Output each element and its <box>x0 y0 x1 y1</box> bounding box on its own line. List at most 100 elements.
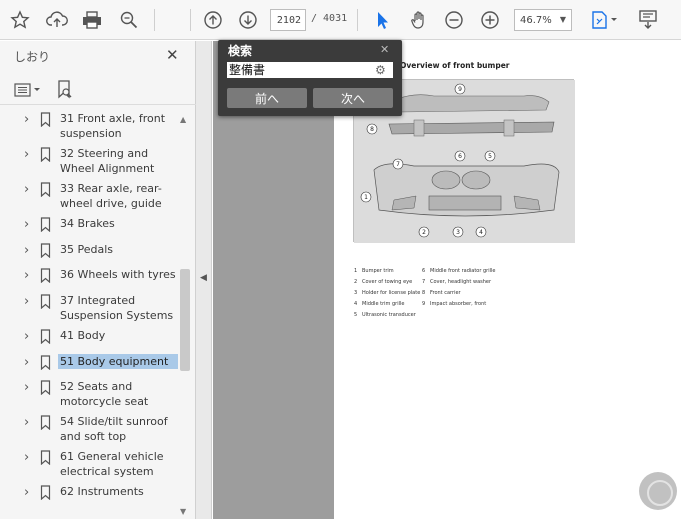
legend-item: 9 Impact absorber, front <box>422 301 532 312</box>
chevron-right-icon[interactable]: › <box>24 415 36 430</box>
chevron-down-icon: ▼ <box>559 15 566 24</box>
zoom-level-select[interactable]: 46.7% ▼ <box>514 9 572 31</box>
arrow-down-circle-icon[interactable] <box>234 6 262 34</box>
bookmark-search-icon <box>58 80 72 99</box>
chevron-right-icon[interactable]: › <box>24 112 36 127</box>
chevron-right-icon[interactable]: › <box>24 217 36 232</box>
bookmark-icon <box>40 112 51 131</box>
sidebar-item-label: 61 General vehicle electrical system <box>60 450 164 478</box>
bookmark-icon <box>40 355 51 374</box>
toolbar-divider <box>154 9 155 31</box>
previous-result-button[interactable]: 前へ <box>227 88 307 108</box>
next-result-button[interactable]: 次へ <box>313 88 393 108</box>
chevron-right-icon[interactable]: › <box>24 294 36 309</box>
sidebar-item-label: 34 Brakes <box>60 217 115 230</box>
options-menu-button[interactable] <box>14 79 42 101</box>
scroll-down-arrow-icon[interactable]: ▼ <box>180 507 186 516</box>
sidebar-item-label: 32 Steering and Wheel Alignment <box>60 147 155 175</box>
chevron-right-icon[interactable]: › <box>24 329 36 344</box>
toolbar-divider <box>357 9 358 31</box>
scroll-up-arrow-icon[interactable]: ▲ <box>180 115 186 124</box>
chevron-right-icon[interactable]: › <box>24 450 36 465</box>
close-icon[interactable]: ✕ <box>380 43 389 56</box>
legend-text: Cover of towing eye <box>362 279 413 285</box>
legend-text: Holder for license plate <box>362 290 421 296</box>
svg-text:4: 4 <box>479 229 483 236</box>
panel-title: しおり <box>14 50 51 64</box>
search-input[interactable]: 整備書 <box>227 62 393 78</box>
legend-text: Ultrasonic transducer <box>362 312 416 318</box>
legend-item: 7 Cover, headlight washer <box>422 279 532 290</box>
panel-toolbar <box>0 75 196 105</box>
legend-text: Front carrier <box>430 290 461 296</box>
zoom-search-icon[interactable] <box>115 6 143 34</box>
collapse-left-icon[interactable]: ◀ <box>200 273 207 283</box>
upload-icon[interactable] <box>43 6 71 34</box>
legend-item: 6 Middle front radiator grille <box>422 268 532 279</box>
bookmark-icon <box>40 217 51 236</box>
zoom-in-icon[interactable] <box>476 6 504 34</box>
legend-text: Middle trim grille <box>362 301 405 307</box>
find-bookmark-button[interactable] <box>56 79 74 101</box>
find-dialog: 検索 ✕ 整備書 ⚙ 前へ 次へ <box>218 40 402 116</box>
bookmark-icon <box>40 243 51 262</box>
printer-icon[interactable] <box>78 6 106 34</box>
sidebar-item-label: 54 Slide/tilt sunroof and soft top <box>60 415 168 443</box>
sidebar-item-label: 35 Pedals <box>60 243 114 256</box>
legend-number: 5 <box>354 312 358 318</box>
chevron-right-icon[interactable]: › <box>24 355 36 370</box>
star-icon[interactable] <box>6 6 34 34</box>
hand-pan-icon[interactable] <box>405 6 433 34</box>
page-total-label: / 4031 <box>311 13 348 24</box>
chevron-right-icon[interactable]: › <box>24 485 36 500</box>
chevron-right-icon[interactable]: › <box>24 380 36 395</box>
bookmark-icon <box>40 380 51 399</box>
svg-text:8: 8 <box>370 126 374 133</box>
legend-text: Middle front radiator grille <box>430 268 496 274</box>
legend-number: 4 <box>354 301 358 307</box>
sidebar-scrollbar[interactable]: ▲ ▼ <box>178 111 192 519</box>
svg-text:9: 9 <box>458 86 462 93</box>
bookmark-icon <box>40 294 51 313</box>
svg-text:1: 1 <box>364 194 368 201</box>
chevron-right-icon[interactable]: › <box>24 268 36 283</box>
chevron-right-icon[interactable]: › <box>24 182 36 197</box>
sidebar-item-label: 36 Wheels with tyres <box>60 268 176 281</box>
gear-icon[interactable]: ⚙ <box>375 63 386 77</box>
sidebar-item-label: 51 Body equipment <box>58 354 178 369</box>
bookmark-icon <box>40 450 51 469</box>
chevron-right-icon[interactable]: › <box>24 147 36 162</box>
legend-number: 6 <box>422 268 426 274</box>
legend-number: 7 <box>422 279 426 285</box>
sidebar-item-label: 52 Seats and motorcycle seat <box>60 380 149 408</box>
bookmark-icon <box>40 485 51 504</box>
legend-text: Bumper trim <box>362 268 394 274</box>
find-dialog-title: 検索 <box>228 44 253 58</box>
toolbar-divider <box>190 9 191 31</box>
legend-text: Impact absorber, front <box>430 301 487 307</box>
bookmark-list: › 31 Front axle, front suspension › 32 Stee… <box>0 111 180 519</box>
diagram-title: Overview of front bumper <box>400 61 510 70</box>
zoom-out-icon[interactable] <box>440 6 468 34</box>
scrollbar-thumb[interactable] <box>180 269 190 371</box>
chevron-right-icon[interactable]: › <box>24 243 36 258</box>
sidebar-item-label: 33 Rear axle, rear-wheel drive, guide <box>60 182 162 210</box>
zoom-level-value: 46.7% <box>520 14 552 26</box>
list-icon <box>14 83 40 97</box>
bookmark-icon <box>40 415 51 434</box>
page-fit-icon[interactable] <box>586 6 622 34</box>
main-toolbar: 2102 / 4031 46.7% ▼ <box>0 0 681 40</box>
cursor-select-icon[interactable] <box>368 6 396 34</box>
close-icon[interactable]: ✕ <box>166 46 179 64</box>
sidebar-item-label: 41 Body <box>60 329 106 342</box>
bookmark-icon <box>40 147 51 166</box>
sidebar-item-label: 62 Instruments <box>60 485 144 498</box>
arrow-up-circle-icon[interactable] <box>199 6 227 34</box>
svg-text:3: 3 <box>456 229 460 236</box>
page-number-input[interactable]: 2102 <box>270 9 306 31</box>
legend-item: 8 Front carrier <box>422 290 532 301</box>
floating-action-button[interactable] <box>639 472 677 510</box>
panel-collapse-rail: ◀ <box>196 41 212 519</box>
bookmarks-panel: しおり ✕ › 31 Front axle, front suspension › 3… <box>0 41 196 519</box>
comment-icon[interactable] <box>632 6 664 34</box>
